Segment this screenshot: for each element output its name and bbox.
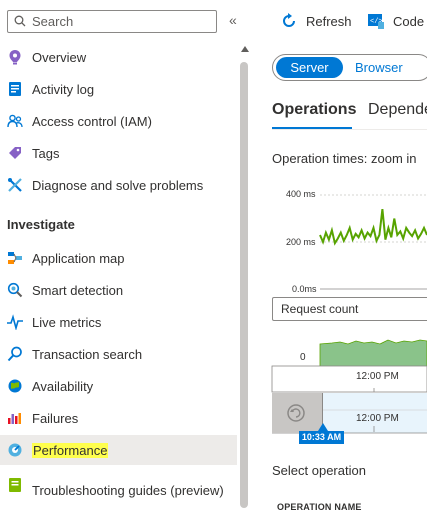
smart-detection-icon <box>7 282 23 298</box>
search-icon <box>14 15 26 27</box>
transaction-search-icon <box>7 346 22 362</box>
failures-icon <box>8 413 21 424</box>
sidebar-item-smart-detection[interactable]: Smart detection <box>0 275 237 305</box>
live-metrics-icon <box>7 314 23 330</box>
reset-zoom-button[interactable] <box>272 393 323 433</box>
sidebar-scrollbar[interactable] <box>237 40 251 516</box>
troubleshooting-guides-icon <box>9 478 21 492</box>
access-control-icon <box>7 114 23 128</box>
chart-title: Operation times: zoom in <box>272 151 417 166</box>
tab-operations[interactable]: Operations <box>272 101 356 119</box>
sidebar-item-access-control[interactable]: Access control (IAM) <box>0 106 237 136</box>
code-label: Code <box>393 13 425 29</box>
operation-times-chart[interactable] <box>252 180 427 290</box>
search-box[interactable] <box>7 10 217 33</box>
sidebar-item-application-map[interactable]: Application map <box>0 243 237 273</box>
reset-icon <box>287 404 305 422</box>
section-header-investigate: Investigate <box>7 217 75 232</box>
time-axis-label: 12:00 PM <box>356 371 399 382</box>
area-zero-label: 0 <box>300 352 306 363</box>
sidebar-item-troubleshooting-guides[interactable]: Troubleshooting guides (preview) <box>0 470 237 510</box>
diagnose-icon <box>8 178 22 192</box>
sidebar-item-label: Live metrics <box>32 314 102 330</box>
sidebar-item-activity-log[interactable]: Activity log <box>0 74 237 104</box>
sidebar-item-label: Tags <box>32 145 60 161</box>
server-toggle-option[interactable]: Server <box>276 57 343 78</box>
tab-dependencies[interactable]: Dependencies <box>368 101 427 119</box>
sidebar-item-performance[interactable]: Performance <box>0 435 237 465</box>
tags-icon <box>9 147 21 159</box>
sidebar-item-failures[interactable]: Failures <box>0 403 237 433</box>
performance-icon <box>8 443 22 457</box>
availability-icon <box>8 379 22 393</box>
column-header-operation-name[interactable]: OPERATION NAME <box>277 502 362 512</box>
metric-select[interactable]: Request count <box>272 297 427 321</box>
sidebar-item-live-metrics[interactable]: Live metrics <box>0 307 237 337</box>
time-axis-label: 12:00 PM <box>356 413 399 424</box>
sidebar-item-overview[interactable]: Overview <box>0 42 237 72</box>
sidebar-item-diagnose[interactable]: Diagnose and solve problems <box>0 170 237 200</box>
main-content: Refresh </> Code Server Browser Operatio… <box>252 0 427 516</box>
sidebar-item-label: Overview <box>32 49 87 65</box>
activity-log-icon <box>9 82 21 96</box>
refresh-label: Refresh <box>306 13 352 29</box>
sidebar-item-label: Activity log <box>32 81 95 97</box>
scroll-thumb[interactable] <box>240 62 248 508</box>
sidebar-item-label: Access control (IAM) <box>32 113 152 129</box>
current-time-badge: 10:33 AM <box>299 431 344 444</box>
sidebar-item-transaction-search[interactable]: Transaction search <box>0 339 237 369</box>
scroll-up-arrow-icon[interactable] <box>241 46 249 52</box>
overview-icon <box>9 50 21 65</box>
refresh-button[interactable]: Refresh <box>280 10 352 32</box>
server-browser-toggle: Server Browser <box>272 54 427 81</box>
sidebar: « Overview Activity log Access control (… <box>0 0 252 516</box>
sidebar-item-label: Smart detection <box>32 282 124 298</box>
time-marker-pin-icon[interactable] <box>318 423 328 431</box>
select-operation-heading: Select operation <box>272 463 366 478</box>
collapse-sidebar-button[interactable]: « <box>229 12 237 28</box>
sidebar-item-label: Performance <box>32 442 109 458</box>
search-input[interactable] <box>32 13 212 30</box>
sidebar-item-label: Failures <box>32 410 79 426</box>
refresh-icon <box>283 13 295 27</box>
request-count-area <box>319 339 427 369</box>
browser-toggle-option[interactable]: Browser <box>355 57 403 78</box>
code-button[interactable]: </> Code <box>367 10 424 32</box>
sidebar-item-tags[interactable]: Tags <box>0 138 237 168</box>
highlighted-label: Performance <box>32 442 109 458</box>
sidebar-item-label: Application map <box>32 250 125 266</box>
tab-divider <box>272 129 427 130</box>
sidebar-item-label: Availability <box>32 378 94 394</box>
application-map-icon <box>8 252 22 264</box>
sidebar-item-label: Diagnose and solve problems <box>32 177 204 193</box>
sidebar-item-label: Troubleshooting guides (preview) <box>32 482 224 498</box>
code-icon: </> <box>368 14 384 29</box>
sidebar-item-availability[interactable]: Availability <box>0 371 237 401</box>
operation-times-series-line <box>319 208 427 246</box>
sidebar-item-label: Transaction search <box>32 346 143 362</box>
